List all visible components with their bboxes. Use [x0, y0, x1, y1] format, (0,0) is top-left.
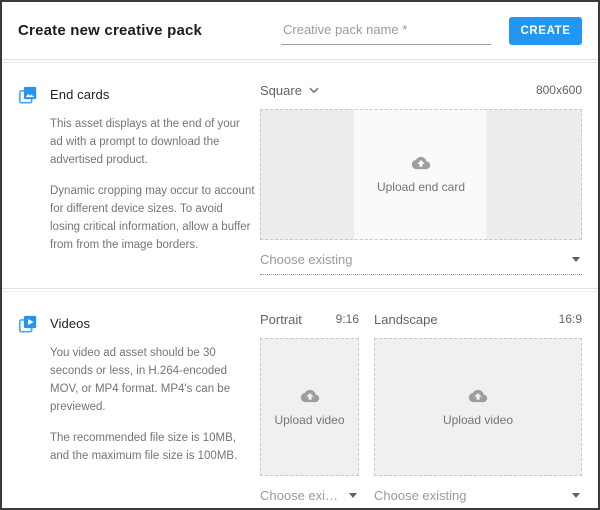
videos-section: Videos You video ad asset should be 30 s… [2, 292, 598, 510]
end-cards-text: End cards This asset displays at the end… [50, 84, 255, 275]
landscape-header-row: Landscape 16:9 [374, 310, 582, 328]
landscape-ratio-label: 16:9 [559, 312, 582, 326]
create-creative-pack-panel: Create new creative pack CREATE End card… [0, 0, 600, 510]
upload-video-label: Upload video [443, 413, 513, 427]
portrait-choose-existing-label: Choose existing [260, 488, 341, 503]
create-button[interactable]: CREATE [509, 17, 582, 45]
landscape-column: Landscape 16:9 Upload video Choose exist… [374, 310, 582, 510]
shape-select-value: Square [260, 83, 302, 98]
caret-down-icon [572, 493, 580, 498]
upload-end-card-label: Upload end card [377, 180, 465, 194]
shape-select[interactable]: Square [260, 83, 319, 98]
cloud-upload-icon [467, 388, 489, 404]
videos-controls: Portrait 9:16 Upload video Choose existi… [260, 310, 582, 510]
portrait-label: Portrait [260, 312, 302, 327]
photo-library-icon [18, 85, 38, 105]
landscape-video-upload-dropzone[interactable]: Upload video [374, 338, 582, 476]
caret-down-icon [349, 493, 357, 498]
end-cards-desc-1: This asset displays at the end of your a… [50, 115, 255, 169]
cloud-upload-icon [299, 388, 321, 404]
end-cards-controls: Square 800x600 Upload end card Choose ex… [260, 81, 582, 275]
landscape-choose-existing-select[interactable]: Choose existing [374, 488, 582, 510]
header: Create new creative pack CREATE [2, 2, 598, 59]
creative-pack-name-input[interactable] [281, 16, 491, 45]
end-cards-options-row: Square 800x600 [260, 81, 582, 99]
end-card-upload-dropzone[interactable]: Upload end card [260, 109, 582, 240]
landscape-label: Landscape [374, 312, 438, 327]
caret-down-icon [572, 257, 580, 262]
end-cards-desc-2: Dynamic cropping may occur to account fo… [50, 182, 255, 254]
landscape-choose-existing-label: Choose existing [374, 488, 564, 503]
videos-desc-1: You video ad asset should be 30 seconds … [50, 344, 255, 416]
portrait-video-upload-dropzone[interactable]: Upload video [260, 338, 359, 476]
videos-desc-2: The recommended file size is 10MB, and t… [50, 429, 255, 465]
video-columns: Portrait 9:16 Upload video Choose existi… [260, 310, 582, 510]
portrait-column: Portrait 9:16 Upload video Choose existi… [260, 310, 359, 510]
chevron-down-icon [309, 87, 319, 94]
end-card-choose-existing-label: Choose existing [260, 252, 564, 267]
videos-info: Videos You video ad asset should be 30 s… [18, 310, 260, 510]
portrait-choose-existing-select[interactable]: Choose existing [260, 488, 359, 510]
end-card-choose-existing-select[interactable]: Choose existing [260, 252, 582, 275]
page-title: Create new creative pack [18, 22, 202, 39]
video-library-icon [18, 314, 38, 334]
cloud-upload-icon [410, 155, 432, 171]
end-cards-section: End cards This asset displays at the end… [2, 63, 598, 288]
portrait-ratio-label: 9:16 [336, 312, 359, 326]
end-cards-info: End cards This asset displays at the end… [18, 81, 260, 275]
portrait-header-row: Portrait 9:16 [260, 310, 359, 328]
end-cards-title: End cards [50, 84, 255, 102]
upload-video-label: Upload video [274, 413, 344, 427]
videos-text: Videos You video ad asset should be 30 s… [50, 313, 255, 510]
dimensions-label: 800x600 [536, 83, 582, 97]
videos-title: Videos [50, 313, 255, 331]
